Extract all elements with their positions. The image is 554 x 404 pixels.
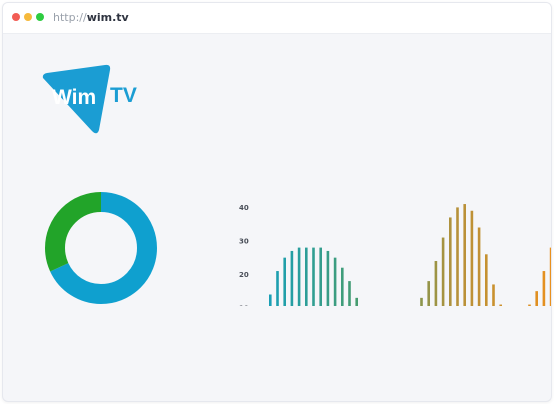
chart-bar <box>535 291 538 306</box>
page-content: Wim TV 10 20 30 40 <box>3 34 551 401</box>
y-tick-label: 10 <box>239 304 249 306</box>
browser-window: http://wim.tv Wim TV 10 20 30 40 <box>2 2 552 402</box>
browser-titlebar: http://wim.tv <box>3 3 551 34</box>
chart-bar <box>470 210 474 306</box>
chart-bar <box>463 204 466 306</box>
chart-bar <box>290 250 294 306</box>
logo-text-tv: TV <box>110 84 137 107</box>
y-tick-label: 30 <box>239 237 249 245</box>
donut-chart <box>45 192 157 304</box>
chart-bar <box>297 247 301 306</box>
chart-bar <box>542 271 546 306</box>
chart-bar <box>355 297 358 306</box>
chart-bar <box>341 267 344 306</box>
chart-bar <box>312 247 315 306</box>
chart-bar <box>333 257 337 306</box>
y-tick-label: 20 <box>239 271 249 279</box>
chart-bar <box>348 281 351 306</box>
chart-bar <box>319 247 322 306</box>
chart-bar <box>326 250 330 306</box>
chart-bar <box>477 227 481 306</box>
maximize-window-button[interactable] <box>36 13 44 21</box>
bar-chart: 10 20 30 40 <box>239 204 551 306</box>
wimtv-logo[interactable]: Wim TV <box>41 64 141 138</box>
y-tick-label: 40 <box>239 204 249 212</box>
chart-bar <box>305 247 308 306</box>
chart-bar <box>485 254 488 306</box>
chart-bar <box>528 304 531 306</box>
logo-text-wim: Wim <box>52 86 96 109</box>
chart-bar <box>434 261 438 306</box>
chart-bar <box>499 304 502 306</box>
minimize-window-button[interactable] <box>24 13 32 21</box>
close-window-button[interactable] <box>12 13 20 21</box>
chart-bar <box>420 297 423 306</box>
chart-bar <box>456 207 459 306</box>
chart-bar <box>269 294 272 306</box>
url-protocol: http:// <box>53 11 87 24</box>
url-host: wim.tv <box>86 11 129 24</box>
chart-bar <box>283 257 286 306</box>
chart-bar <box>276 271 279 306</box>
chart-bar <box>449 217 452 306</box>
chart-bar <box>492 284 495 306</box>
address-bar[interactable]: http://wim.tv <box>53 11 129 25</box>
chart-bar <box>549 247 551 306</box>
chart-bar <box>427 281 430 306</box>
chart-bar <box>441 237 445 306</box>
